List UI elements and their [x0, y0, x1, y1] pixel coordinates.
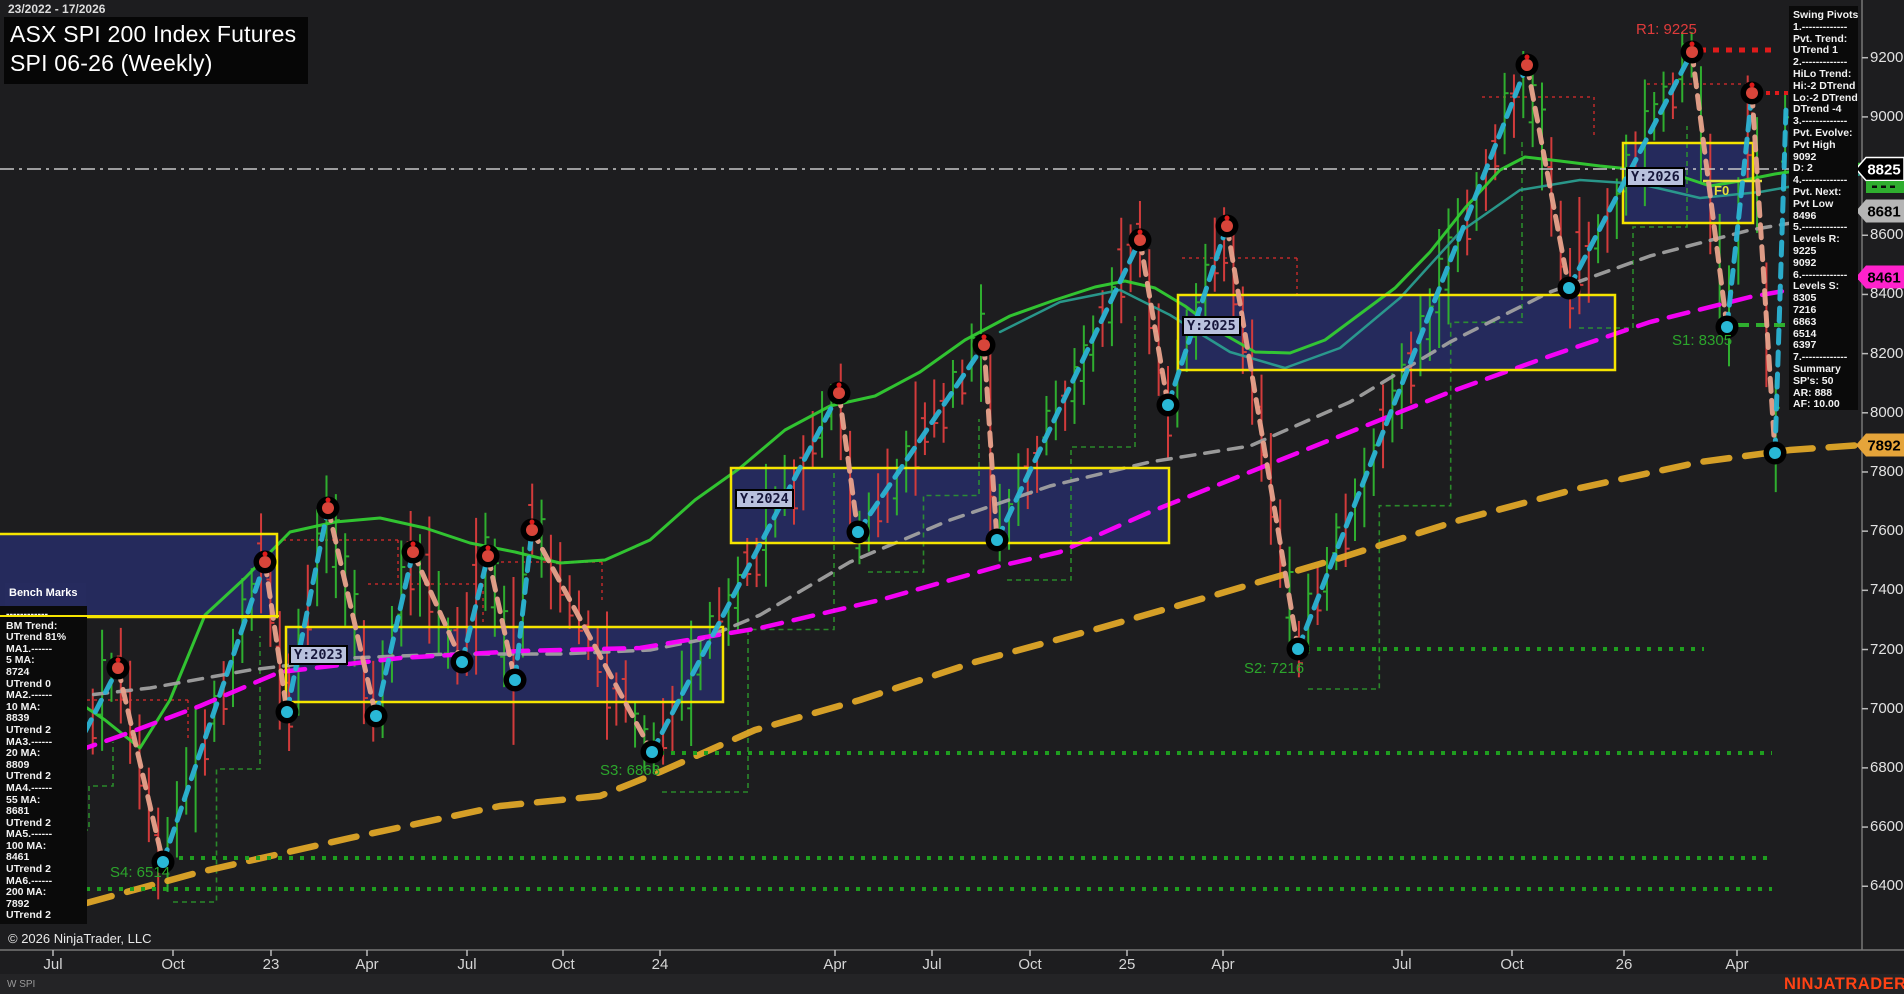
chart-title: ASX SPI 200 Index Futures SPI 06-26 (Wee… — [4, 17, 308, 84]
support-label-s3: S3: 6863 — [600, 762, 660, 779]
time-axis-label: 23 — [263, 956, 280, 973]
svg-text:7892: 7892 — [1867, 438, 1900, 455]
support-label-s2: S2: 7216 — [1244, 660, 1304, 677]
panel-line: 9092 — [1793, 258, 1858, 270]
panel-line: Pvt Low — [1793, 199, 1858, 211]
panel-line: 9225 — [1793, 246, 1858, 258]
price-axis-label: 6400 — [1870, 877, 1903, 894]
price-axis-label: 6600 — [1870, 818, 1903, 835]
copyright-notice: © 2026 NinjaTrader, LLC — [8, 931, 152, 946]
time-axis-label: 24 — [652, 956, 669, 973]
year-chip-2023[interactable]: Y:2023 — [289, 645, 348, 665]
bench-marks-header: Bench Marks — [5, 583, 86, 606]
panel-line: MA2.------ — [6, 690, 87, 702]
time-axis-label: Apr — [355, 956, 378, 973]
year-boxes-border — [0, 143, 1753, 702]
svg-text:8461: 8461 — [1867, 270, 1900, 287]
year-chip-2025[interactable]: Y:2025 — [1182, 316, 1241, 336]
year-box-border-overlay — [0, 615, 279, 617]
price-axis-label: 7000 — [1870, 700, 1903, 717]
panel-line: UTrend 2 — [6, 864, 87, 876]
price-axis-label: 8600 — [1870, 226, 1903, 243]
time-axis-label: Oct — [1500, 956, 1523, 973]
svg-text:8825: 8825 — [1867, 162, 1900, 179]
price-axis-label: 6800 — [1870, 759, 1903, 776]
price-axis-label: 7200 — [1870, 641, 1903, 658]
panel-line: Pvt. Next: — [1793, 187, 1858, 199]
price-axis-label: 7600 — [1870, 522, 1903, 539]
price-axis-label: 9200 — [1870, 49, 1903, 66]
price-axis-label: 9000 — [1870, 108, 1903, 125]
time-axis-label: Jul — [43, 956, 62, 973]
panel-line: 1.------------- — [1793, 22, 1858, 34]
year-chip-2024[interactable]: Y:2024 — [735, 489, 794, 509]
panel-line: UTrend 2 — [6, 725, 87, 737]
chart-tab-wspi[interactable]: W SPI — [7, 979, 35, 990]
instrument-name: ASX SPI 200 Index Futures — [10, 20, 296, 49]
time-axis-label: Oct — [161, 956, 184, 973]
panel-line: 6863 — [1793, 317, 1858, 329]
time-axis-label: Jul — [457, 956, 476, 973]
year-chip-2026[interactable]: Y:2026 — [1626, 167, 1685, 187]
time-axis-label: Apr — [1211, 956, 1234, 973]
resistance-label-r1: R1: 9225 — [1636, 21, 1697, 38]
chart-canvas[interactable]: 8825 8681 8461 7892 — [0, 0, 1904, 994]
contract-period: SPI 06-26 (Weekly) — [10, 49, 296, 78]
panel-line: UTrend 2 — [6, 910, 87, 922]
time-axis-label: Apr — [1725, 956, 1748, 973]
price-axis-label: 8200 — [1870, 345, 1903, 362]
time-axis-label: Apr — [823, 956, 846, 973]
swing-pivots-panel: Swing Pivots1.-------------Pvt. Trend:UT… — [1789, 6, 1858, 410]
price-axis-label: 8000 — [1870, 404, 1903, 421]
panel-line: 8681 — [6, 806, 87, 818]
panel-line: Hi:-2 DTrend — [1793, 81, 1858, 93]
pivot-markers — [107, 41, 1787, 874]
price-axis-label: 7800 — [1870, 463, 1903, 480]
panel-line: MA4.------ — [6, 783, 87, 795]
ninjatrader-window: 8825 8681 8461 7892 23/2022 - 17/2026 ASX S… — [0, 0, 1904, 994]
bench-marks-panel: ------------BM Trend:UTrend 81%MA1.-----… — [0, 606, 87, 924]
time-axis-label: 25 — [1119, 956, 1136, 973]
panel-line: Summary — [1793, 364, 1858, 376]
panel-line: AF: 10.00 — [1793, 399, 1858, 410]
support-label-s1: S1: 8305 — [1672, 332, 1732, 349]
panel-line: 8724 — [6, 667, 87, 679]
swing-zigzag — [0, 52, 1786, 862]
price-axis-label: 8400 — [1870, 285, 1903, 302]
time-axis-label: 26 — [1616, 956, 1633, 973]
time-axis-label: Jul — [1392, 956, 1411, 973]
time-axis-label: Oct — [1018, 956, 1041, 973]
f0-label: F0 — [1714, 183, 1729, 198]
support-label-s4: S4: 6514 — [110, 864, 170, 881]
ninjatrader-logo: NINJATRADER — [1784, 975, 1904, 994]
price-bars — [42, 32, 1789, 899]
panel-line: HiLo Trend: — [1793, 69, 1858, 81]
tab-strip — [0, 974, 1904, 994]
time-axis-label: Jul — [922, 956, 941, 973]
time-axis-label: Oct — [551, 956, 574, 973]
panel-line: 20 MA: — [6, 748, 87, 760]
price-axis-label: 7400 — [1870, 581, 1903, 598]
panel-line: 7216 — [1793, 305, 1858, 317]
svg-text:8681: 8681 — [1867, 204, 1900, 221]
date-range: 23/2022 - 17/2026 — [8, 2, 105, 16]
panel-line: Pvt High — [1793, 140, 1858, 152]
panel-line: Pvt. Evolve: — [1793, 128, 1858, 140]
panel-line: SP's: 50 — [1793, 376, 1858, 388]
